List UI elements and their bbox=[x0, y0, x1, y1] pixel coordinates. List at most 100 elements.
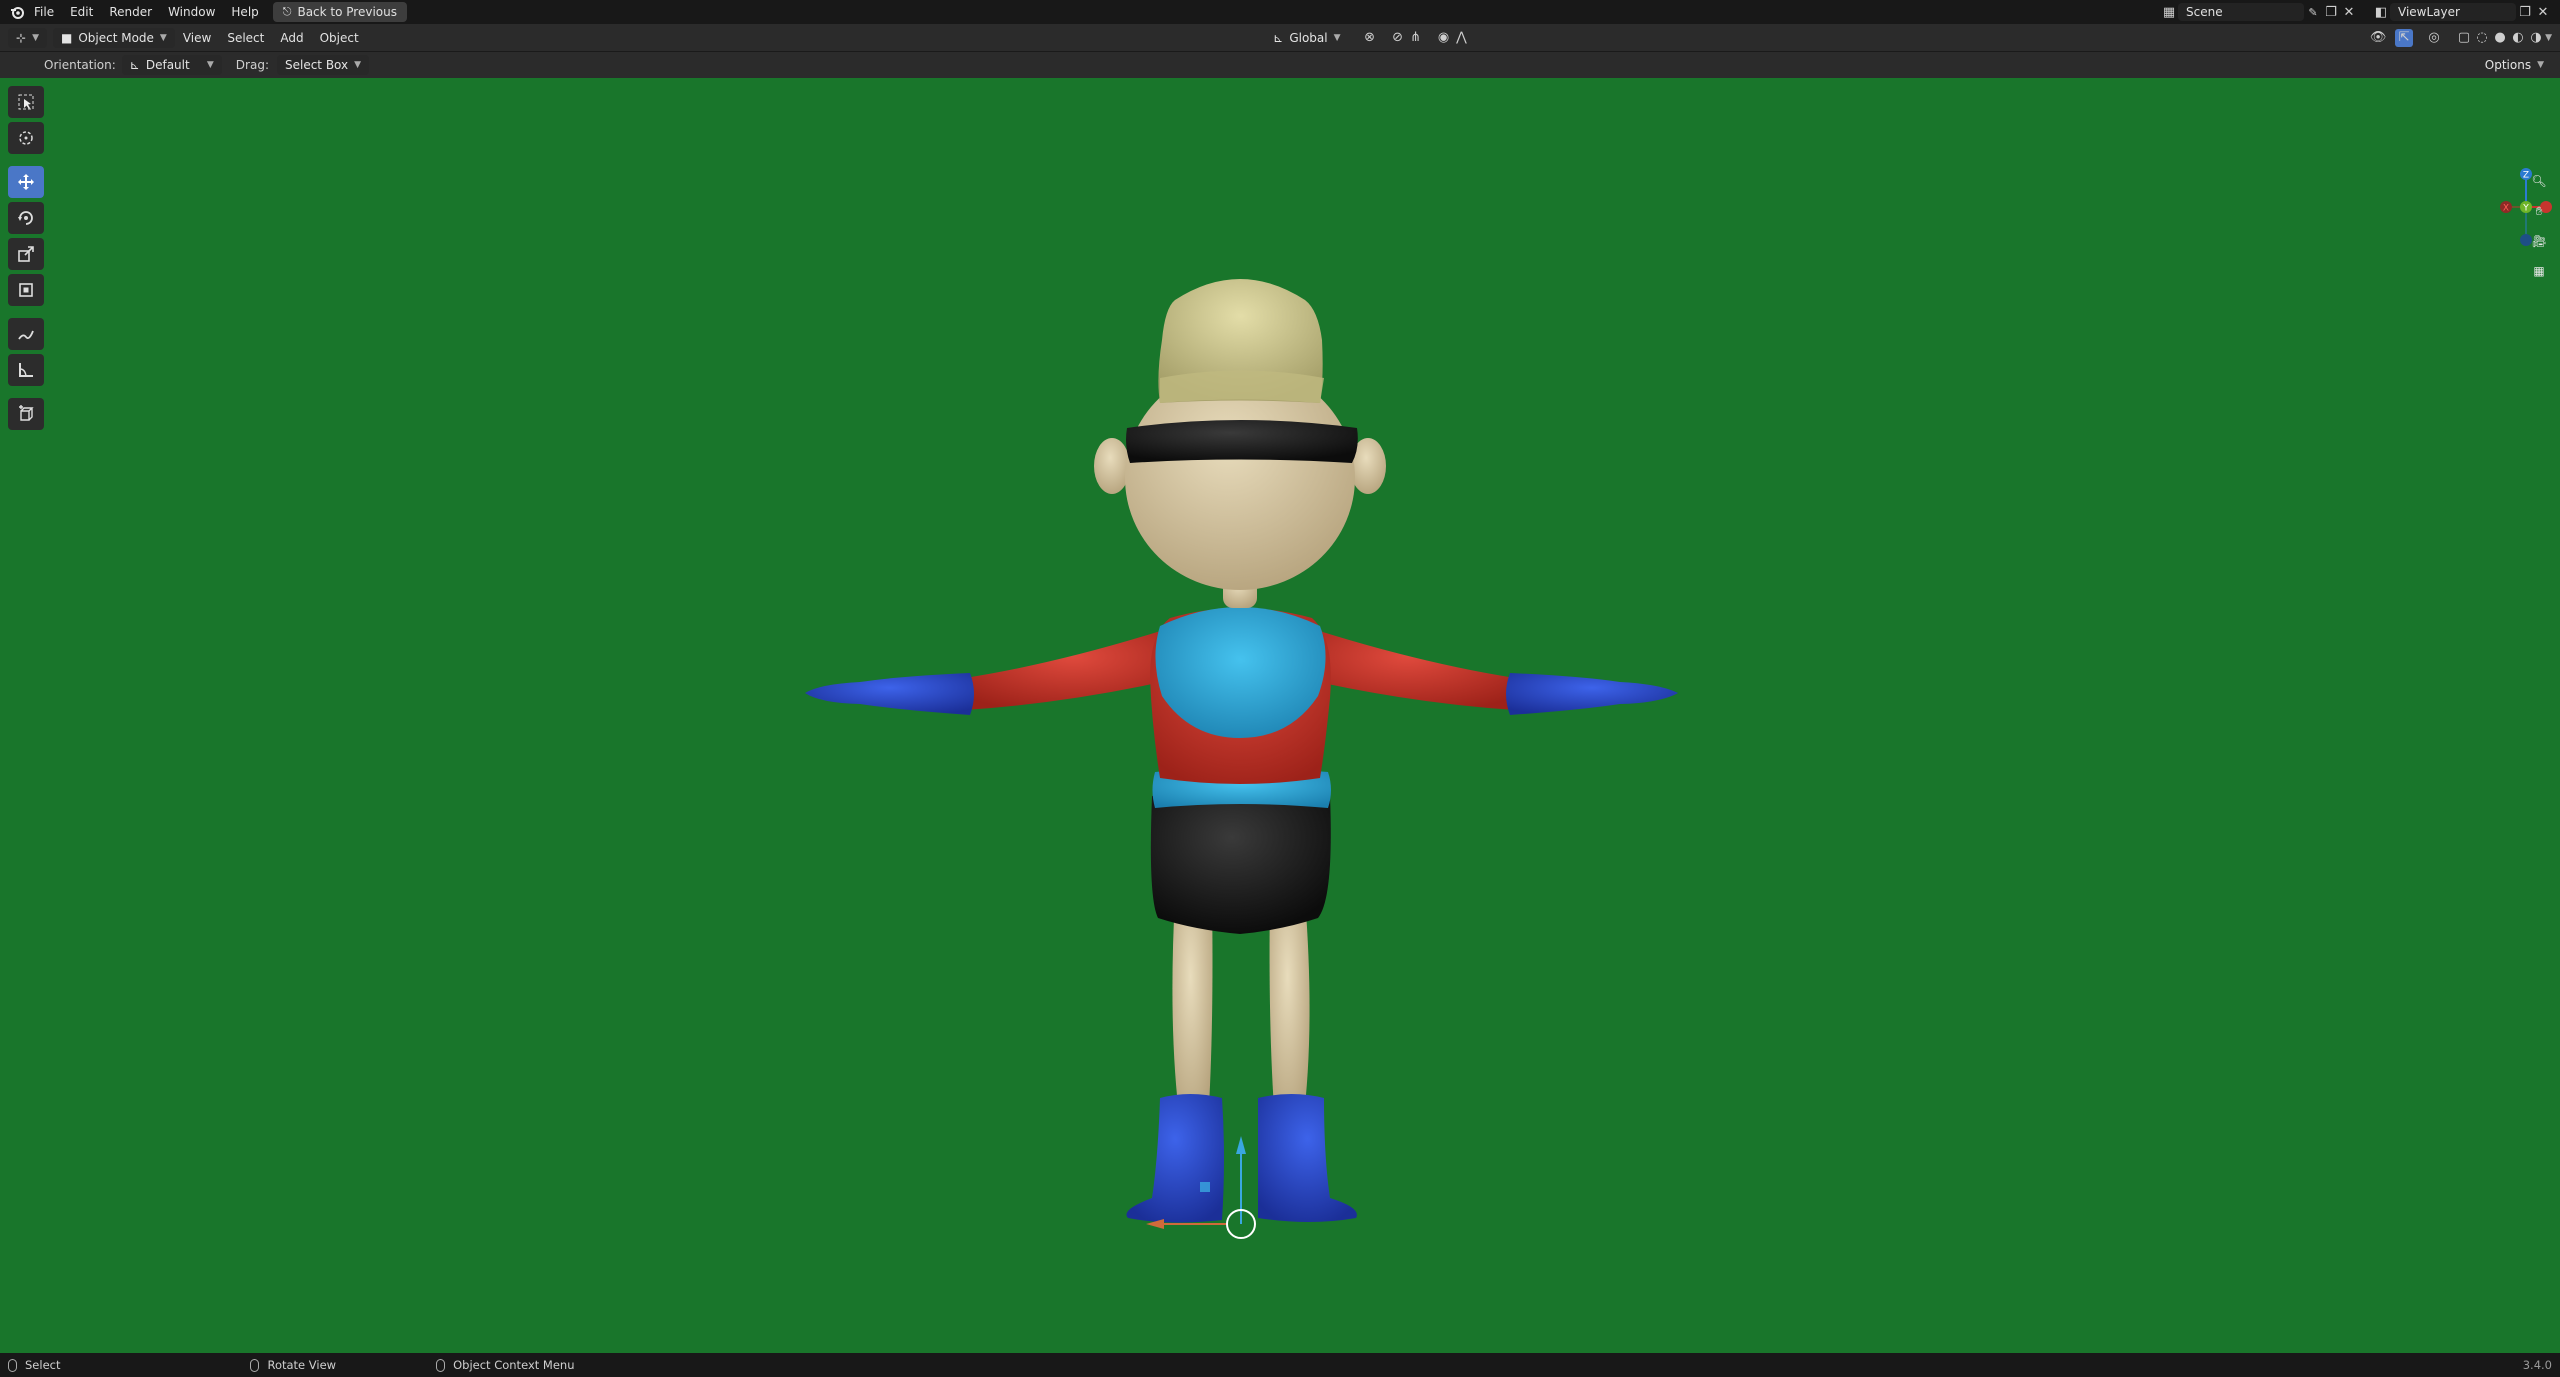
orientation-icon: ⊾ bbox=[129, 58, 140, 72]
annotate-pencil-icon bbox=[18, 330, 34, 340]
mouse-right-icon bbox=[436, 1358, 446, 1372]
left-boot bbox=[1126, 1094, 1224, 1223]
pin-icon[interactable]: ✎ bbox=[2304, 3, 2322, 21]
version-label: 3.4.0 bbox=[2522, 1358, 2552, 1372]
tool-add-cube[interactable] bbox=[8, 398, 44, 430]
new-view-layer-icon[interactable]: ❐ bbox=[2516, 3, 2534, 21]
chevron-down-icon[interactable]: ▼ bbox=[2545, 33, 2552, 43]
drag-value: Select Box bbox=[284, 58, 349, 72]
left-glove bbox=[805, 673, 974, 715]
rendered-shading-icon[interactable]: ◑ bbox=[2527, 29, 2545, 47]
mouse-left-icon bbox=[8, 1358, 17, 1372]
menu-window[interactable]: Window bbox=[160, 1, 223, 23]
wireframe-shading-icon[interactable]: ◌ bbox=[2473, 29, 2491, 47]
add-cube-icon bbox=[19, 405, 34, 421]
menu-render[interactable]: Render bbox=[101, 1, 160, 23]
status-rotate: Rotate View bbox=[250, 1358, 336, 1372]
mode-selector[interactable]: ■ Object Mode ▼ bbox=[52, 27, 175, 48]
chevron-down-icon: ▼ bbox=[2537, 60, 2544, 70]
right-boot bbox=[1258, 1094, 1357, 1222]
menu-help[interactable]: Help bbox=[223, 1, 266, 23]
toolbar bbox=[8, 86, 46, 434]
solid-shading-icon[interactable]: ● bbox=[2491, 29, 2509, 47]
character-model[interactable] bbox=[0, 78, 2560, 1353]
back-screen-icon: ⎋ bbox=[282, 5, 292, 18]
options-label: Options bbox=[2484, 58, 2532, 72]
shorts bbox=[1150, 796, 1331, 934]
left-leg bbox=[1172, 898, 1213, 1123]
3d-viewport[interactable]: Z X Y 🔍︎ ✋︎ 🎥︎ ▦ bbox=[0, 78, 2560, 1353]
right-arm bbox=[1300, 628, 1515, 710]
object-mode-icon: ■ bbox=[60, 30, 73, 45]
gizmo-plane-handle bbox=[1200, 1182, 1210, 1192]
zoom-icon[interactable]: 🔍︎ bbox=[2526, 168, 2552, 194]
chevron-down-icon: ▼ bbox=[159, 32, 167, 43]
delete-scene-icon[interactable]: ✕ bbox=[2340, 3, 2358, 21]
status-rotate-label: Rotate View bbox=[267, 1358, 337, 1372]
ortho-grid-icon[interactable]: ▦ bbox=[2526, 258, 2552, 284]
view-layer-name: ViewLayer bbox=[2398, 5, 2460, 19]
transform-orientation-selector[interactable]: ⊾ Global ▼ bbox=[1265, 28, 1348, 48]
snap-target-icon[interactable]: ⋔ bbox=[1407, 29, 1425, 47]
transform-orientation-label: Global bbox=[1289, 30, 1328, 45]
menu-select[interactable]: Select bbox=[219, 27, 272, 49]
gizmos-icon[interactable]: ⇱ bbox=[2395, 28, 2414, 47]
editor-type-selector[interactable]: ⊹ ▼ bbox=[8, 27, 47, 48]
overlays-icon[interactable]: ◎ bbox=[2425, 29, 2443, 47]
scale-icon bbox=[18, 246, 34, 262]
tool-select-box[interactable] bbox=[8, 86, 44, 118]
blender-logo-icon[interactable] bbox=[8, 3, 26, 21]
hat-brim bbox=[1160, 370, 1324, 403]
cursor-icon bbox=[19, 131, 33, 145]
status-select: Select bbox=[8, 1358, 60, 1372]
orientation-value: Default bbox=[145, 58, 190, 72]
scene-selector[interactable]: Scene bbox=[2178, 3, 2304, 21]
tool-measure[interactable] bbox=[8, 354, 44, 386]
proportional-edit-icon[interactable]: ◉ bbox=[1435, 29, 1453, 47]
left-arm bbox=[965, 628, 1180, 710]
xray-icon[interactable]: ▢ bbox=[2455, 29, 2473, 47]
tool-transform[interactable] bbox=[8, 274, 44, 306]
measure-ruler-icon bbox=[19, 363, 33, 377]
falloff-icon[interactable]: ⋀ bbox=[1453, 29, 1471, 47]
status-bar: Select Rotate View Object Context Menu 3… bbox=[0, 1353, 2560, 1377]
drag-selector[interactable]: Select Box ▼ bbox=[276, 55, 370, 75]
tool-move[interactable] bbox=[8, 166, 44, 198]
orientation-label: Orientation: bbox=[44, 58, 116, 72]
tool-annotate[interactable] bbox=[8, 318, 44, 350]
delete-view-layer-icon[interactable]: ✕ bbox=[2534, 3, 2552, 21]
scene-icon[interactable]: ▦ bbox=[2160, 3, 2178, 21]
menu-edit[interactable]: Edit bbox=[62, 1, 101, 23]
menu-add[interactable]: Add bbox=[272, 27, 311, 49]
menu-file[interactable]: File bbox=[26, 1, 62, 23]
scene-name: Scene bbox=[2186, 5, 2223, 19]
tool-scale[interactable] bbox=[8, 238, 44, 270]
status-select-label: Select bbox=[25, 1358, 61, 1372]
snap-toggle-icon[interactable]: ⊘ bbox=[1389, 29, 1407, 47]
tool-settings-bar: Orientation: ⊾ Default ▼ Drag: Select Bo… bbox=[0, 52, 2560, 78]
view-layer-selector[interactable]: ViewLayer bbox=[2390, 3, 2516, 21]
view-layer-icon[interactable]: ◧ bbox=[2372, 3, 2390, 21]
left-ear bbox=[1094, 438, 1130, 494]
pan-hand-icon[interactable]: ✋︎ bbox=[2526, 198, 2552, 224]
material-shading-icon[interactable]: ◐ bbox=[2509, 29, 2527, 47]
visibility-icon[interactable]: 👁 bbox=[2369, 29, 2387, 47]
rotate-icon bbox=[18, 211, 33, 225]
tool-rotate[interactable] bbox=[8, 202, 44, 234]
menu-object[interactable]: Object bbox=[312, 27, 367, 49]
menu-view[interactable]: View bbox=[175, 27, 219, 49]
orientation-selector[interactable]: ⊾ Default ▼ bbox=[121, 55, 222, 75]
pivot-point-icon[interactable]: ⊗ bbox=[1361, 29, 1379, 47]
back-to-previous-button[interactable]: ⎋ Back to Previous bbox=[272, 2, 407, 22]
tool-cursor[interactable] bbox=[8, 122, 44, 154]
transform-icon bbox=[19, 283, 33, 297]
right-leg bbox=[1269, 898, 1310, 1123]
chevron-down-icon: ▼ bbox=[206, 60, 214, 70]
drag-label: Drag: bbox=[235, 58, 269, 72]
options-dropdown[interactable]: Options ▼ bbox=[2477, 55, 2552, 75]
chevron-down-icon: ▼ bbox=[354, 60, 362, 70]
camera-view-icon[interactable]: 🎥︎ bbox=[2526, 228, 2552, 254]
new-scene-icon[interactable]: ❐ bbox=[2322, 3, 2340, 21]
chevron-down-icon: ▼ bbox=[1333, 32, 1341, 43]
move-icon bbox=[18, 174, 34, 190]
